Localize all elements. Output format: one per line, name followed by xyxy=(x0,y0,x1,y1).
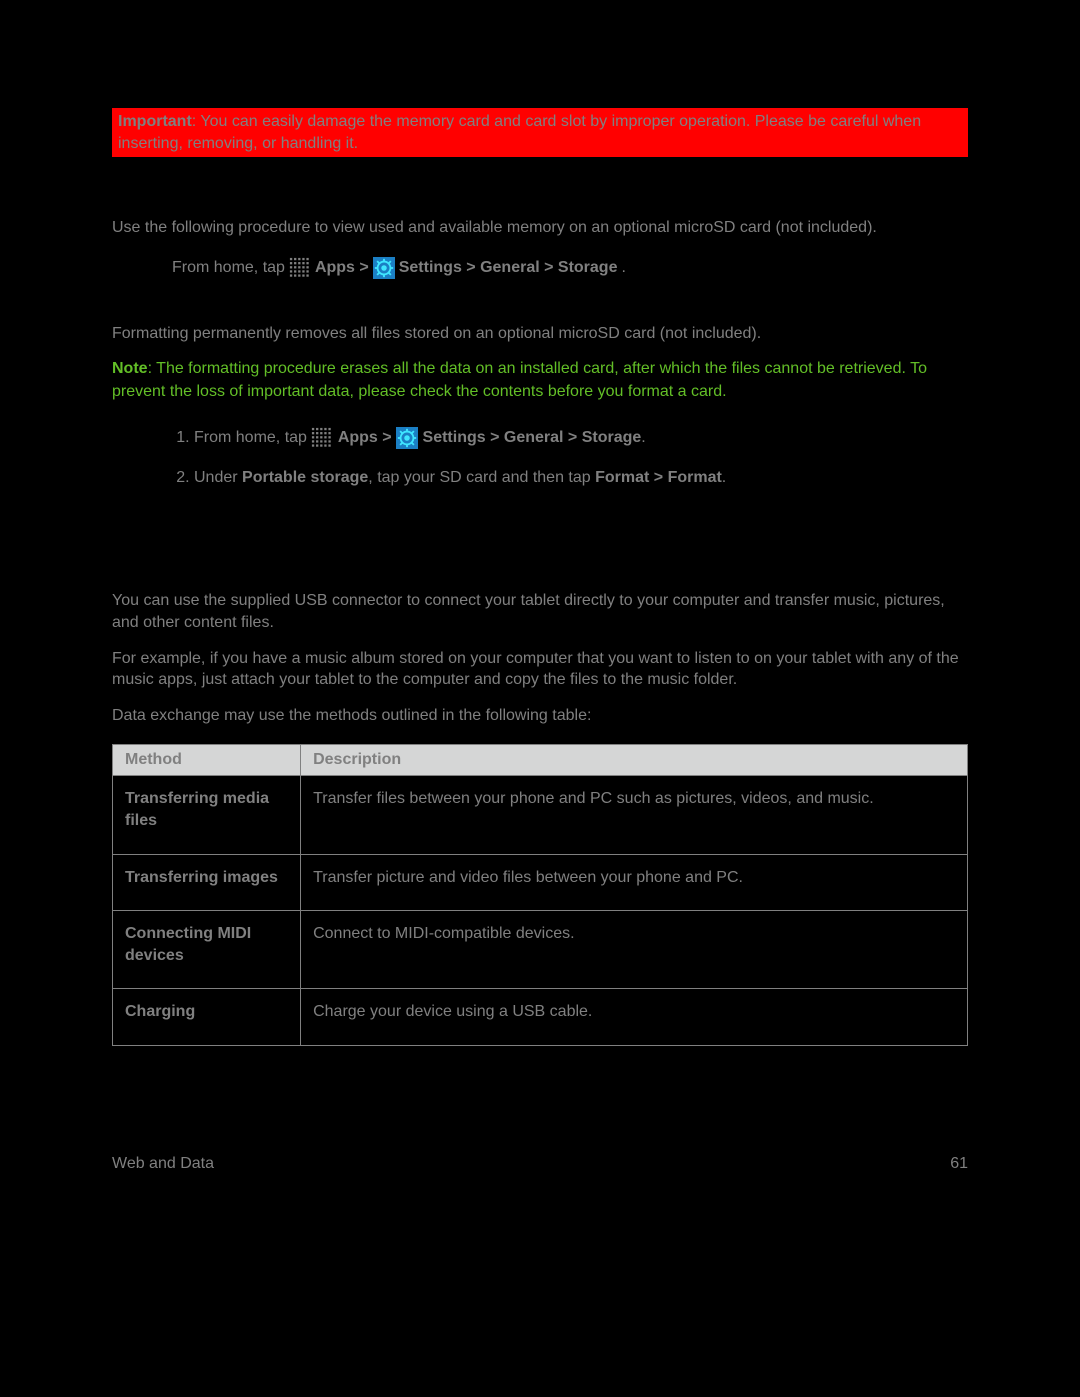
cell-method: Transferring images xyxy=(113,854,301,911)
table-head-method: Method xyxy=(113,745,301,776)
table-head-description: Description xyxy=(301,745,968,776)
cell-method: Connecting MIDI devices xyxy=(113,911,301,989)
note-text: : The formatting procedure erases all th… xyxy=(112,360,927,399)
settings-gear-icon xyxy=(373,257,395,279)
table-row: Charging Charge your device using a USB … xyxy=(113,989,968,1046)
cell-desc: Transfer files between your phone and PC… xyxy=(301,776,968,854)
important-warning: Important: You can easily damage the mem… xyxy=(112,108,968,157)
step2-d: Format > Format xyxy=(595,469,722,486)
table-row: Connecting MIDI devices Connect to MIDI-… xyxy=(113,911,968,989)
step1-period: . xyxy=(641,429,645,446)
step2-c: , tap your SD card and then tap xyxy=(368,469,595,486)
transfer-p3: Data exchange may use the methods outlin… xyxy=(112,705,968,727)
important-label: Important xyxy=(118,113,192,130)
step1-apps: Apps > xyxy=(338,429,396,446)
format-step-2: Under Portable storage, tap your SD card… xyxy=(194,465,968,491)
format-intro: Formatting permanently removes all files… xyxy=(112,323,968,345)
table-row: Transferring images Transfer picture and… xyxy=(113,854,968,911)
step1-prefix: From home, tap xyxy=(194,429,311,446)
methods-table: Method Description Transferring media fi… xyxy=(112,744,968,1046)
settings-gear-icon xyxy=(396,427,418,449)
important-text: : You can easily damage the memory card … xyxy=(118,113,921,152)
step2-e: . xyxy=(722,469,726,486)
apps-grid-icon xyxy=(311,427,333,449)
view-memory-intro: Use the following procedure to view used… xyxy=(112,217,968,239)
cell-desc: Transfer picture and video files between… xyxy=(301,854,968,911)
cell-desc: Connect to MIDI-compatible devices. xyxy=(301,911,968,989)
apps-grid-icon xyxy=(289,257,311,279)
format-note: Note: The formatting procedure erases al… xyxy=(112,358,968,403)
step2-a: Under xyxy=(194,469,242,486)
settings-path: Settings > General > Storage xyxy=(399,259,618,277)
page-footer: Web and Data 61 xyxy=(112,1155,968,1173)
cell-method: Transferring media files xyxy=(113,776,301,854)
transfer-p2: For example, if you have a music album s… xyxy=(112,648,968,691)
footer-page-number: 61 xyxy=(950,1155,968,1173)
note-label: Note xyxy=(112,360,148,377)
step2-b: Portable storage xyxy=(242,469,368,486)
step-text-prefix: From home, tap xyxy=(172,259,285,277)
format-step-1: From home, tap Apps > xyxy=(194,425,968,451)
step-period: . xyxy=(621,259,625,277)
cell-method: Charging xyxy=(113,989,301,1046)
apps-label: Apps > xyxy=(315,259,369,277)
transfer-p1: You can use the supplied USB connector t… xyxy=(112,590,968,633)
cell-desc: Charge your device using a USB cable. xyxy=(301,989,968,1046)
view-memory-step: From home, tap Apps > xyxy=(172,257,968,279)
format-steps-list: From home, tap Apps > xyxy=(172,425,968,490)
footer-section: Web and Data xyxy=(112,1155,214,1173)
table-row: Transferring media files Transfer files … xyxy=(113,776,968,854)
step1-settings: Settings > General > Storage xyxy=(423,429,642,446)
